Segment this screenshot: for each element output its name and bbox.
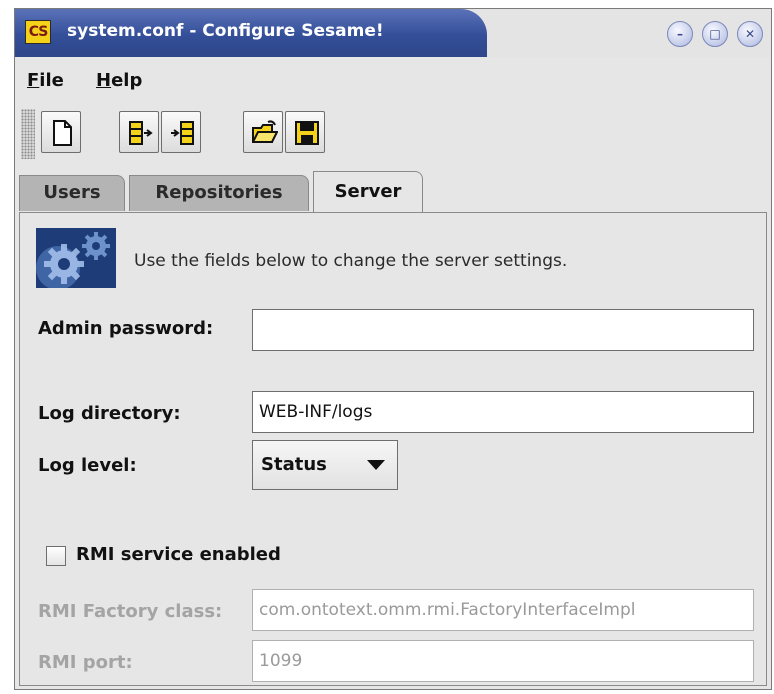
server-intro-text: Use the fields below to change the serve… [134,251,568,271]
new-button[interactable] [41,111,81,153]
close-icon[interactable]: ✕ [737,21,763,47]
toolbar [15,105,771,161]
rmi-enabled-label[interactable]: RMI service enabled [76,544,281,565]
log-level-label: Log level: [38,455,137,476]
save-button[interactable] [285,111,325,153]
tab-repositories[interactable]: Repositories [129,175,309,211]
toolbar-grip[interactable] [21,109,35,159]
import-repository-icon [171,121,194,145]
admin-password-label: Admin password: [38,318,214,339]
settings-gears-icon [36,228,116,288]
menu-file-label: ile [39,70,64,91]
menu-help[interactable]: Help [96,70,142,91]
rmi-factory-class-field[interactable]: com.ontotext.omm.rmi.FactoryInterfaceImp… [252,589,754,631]
admin-password-field[interactable] [252,309,754,351]
log-level-value: Status [261,454,327,475]
menu-file-mnemonic: F [27,70,40,91]
rmi-enabled-checkbox[interactable] [46,546,66,566]
tab-strip: Users Repositories Server [15,169,771,213]
export-repository-icon [129,121,153,145]
title-bar[interactable]: CS system.conf - Configure Sesame! – □ ✕ [15,9,771,57]
save-disk-icon [295,121,319,145]
open-button[interactable] [243,111,283,153]
chevron-down-icon [367,460,385,470]
rmi-port-label: RMI port: [38,652,133,673]
menu-help-label: elp [111,70,143,91]
minimize-icon[interactable]: – [667,21,693,47]
rmi-factory-class-label: RMI Factory class: [38,601,223,622]
app-window: CS system.conf - Configure Sesame! – □ ✕… [14,8,772,690]
rmi-port-field[interactable]: 1099 [252,640,754,682]
log-level-select[interactable]: Status [252,440,398,490]
log-directory-field[interactable]: WEB-INF/logs [252,391,754,433]
import-button[interactable] [161,111,201,153]
open-folder-icon [252,120,278,143]
tab-users[interactable]: Users [19,175,125,211]
maximize-icon[interactable]: □ [702,21,728,47]
title-bar-active: CS system.conf - Configure Sesame! [15,9,487,57]
menu-bar: File Help [15,59,771,103]
log-directory-label: Log directory: [38,403,181,424]
menu-help-mnemonic: H [96,70,112,91]
export-button[interactable] [119,111,159,153]
menu-file[interactable]: File [27,70,64,91]
tab-server[interactable]: Server [313,171,423,213]
server-panel: Use the fields below to change the serve… [19,212,767,686]
app-logo-icon: CS [25,20,51,44]
window-title: system.conf - Configure Sesame! [67,21,384,41]
new-document-icon [53,120,72,146]
